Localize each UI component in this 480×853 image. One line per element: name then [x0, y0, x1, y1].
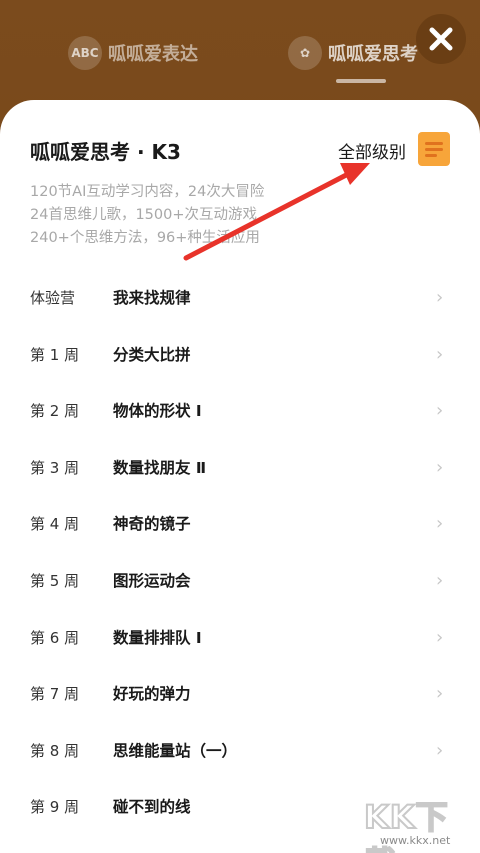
week-name: 神奇的镜子	[113, 515, 191, 534]
tab-express-label: 呱呱爱表达	[108, 44, 198, 65]
watermark: KK下载 www.kkx.net	[360, 790, 478, 853]
week-name: 好玩的弹力	[113, 685, 191, 704]
chevron-right-icon: ›	[436, 513, 444, 535]
puzzle-icon: ✿	[288, 36, 322, 70]
chevron-right-icon: ›	[436, 626, 444, 648]
week-name: 碰不到的线	[113, 798, 191, 817]
level-filter-icon[interactable]	[418, 132, 450, 166]
week-name: 分类大比拼	[113, 345, 191, 364]
week-row[interactable]: 体验营 我来找规律 ›	[0, 268, 480, 325]
week-row[interactable]: 第 5 周 图形运动会 ›	[0, 551, 480, 608]
week-row[interactable]: 第 4 周 神奇的镜子 ›	[0, 494, 480, 551]
week-label: 第 7 周	[30, 685, 80, 704]
week-label: 第 5 周	[30, 571, 80, 590]
week-label: 第 4 周	[30, 515, 80, 534]
tab-express[interactable]: ABC 呱呱爱表达	[68, 28, 198, 78]
week-label: 第 1 周	[30, 345, 80, 364]
week-label: 体验营	[30, 289, 76, 307]
week-name: 图形运动会	[113, 571, 191, 590]
week-row[interactable]: 第 8 周 思维能量站（一） ›	[0, 721, 480, 778]
chevron-right-icon: ›	[436, 400, 444, 422]
week-row[interactable]: 第 2 周 物体的形状 Ⅰ ›	[0, 381, 480, 438]
week-name: 思维能量站（一）	[113, 741, 238, 760]
tab-think[interactable]: ✿ 呱呱爱思考	[288, 28, 418, 78]
red-arrow-annotation	[183, 163, 370, 261]
chevron-right-icon: ›	[436, 287, 444, 308]
week-name: 我来找规律	[113, 289, 191, 307]
chevron-right-icon: ›	[436, 569, 444, 591]
active-tab-indicator	[336, 79, 386, 83]
week-list: 体验营 我来找规律 › 第 1 周 分类大比拼 › 第 2 周 物体的形状 Ⅰ …	[0, 268, 480, 834]
watermark-url: www.kkx.net	[380, 834, 451, 847]
chevron-right-icon: ›	[436, 343, 444, 365]
week-name: 物体的形状 Ⅰ	[113, 402, 202, 421]
week-label: 第 3 周	[30, 458, 80, 477]
chevron-right-icon: ›	[436, 456, 444, 478]
week-label: 第 9 周	[30, 798, 80, 817]
course-title: 呱呱爱思考 · K3	[30, 140, 181, 164]
tab-think-label: 呱呱爱思考	[328, 44, 418, 65]
course-sheet: 呱呱爱思考 · K3 全部级别 120节AI互动学习内容，24次大冒险 24首思…	[0, 100, 480, 853]
week-row[interactable]: 第 7 周 好玩的弹力 ›	[0, 664, 480, 721]
week-label: 第 6 周	[30, 628, 80, 647]
close-button[interactable]	[416, 14, 466, 64]
week-row[interactable]: 第 1 周 分类大比拼 ›	[0, 325, 480, 382]
week-name: 数量找朋友 Ⅱ	[113, 458, 207, 477]
week-label: 第 2 周	[30, 402, 80, 421]
chevron-right-icon: ›	[436, 739, 444, 761]
chevron-right-icon: ›	[436, 683, 444, 705]
abc-icon: ABC	[68, 36, 102, 70]
week-row[interactable]: 第 6 周 数量排排队 Ⅰ ›	[0, 608, 480, 665]
week-label: 第 8 周	[30, 741, 80, 760]
week-name: 数量排排队 Ⅰ	[113, 628, 202, 647]
close-icon	[429, 27, 453, 51]
week-row[interactable]: 第 3 周 数量找朋友 Ⅱ ›	[0, 438, 480, 495]
